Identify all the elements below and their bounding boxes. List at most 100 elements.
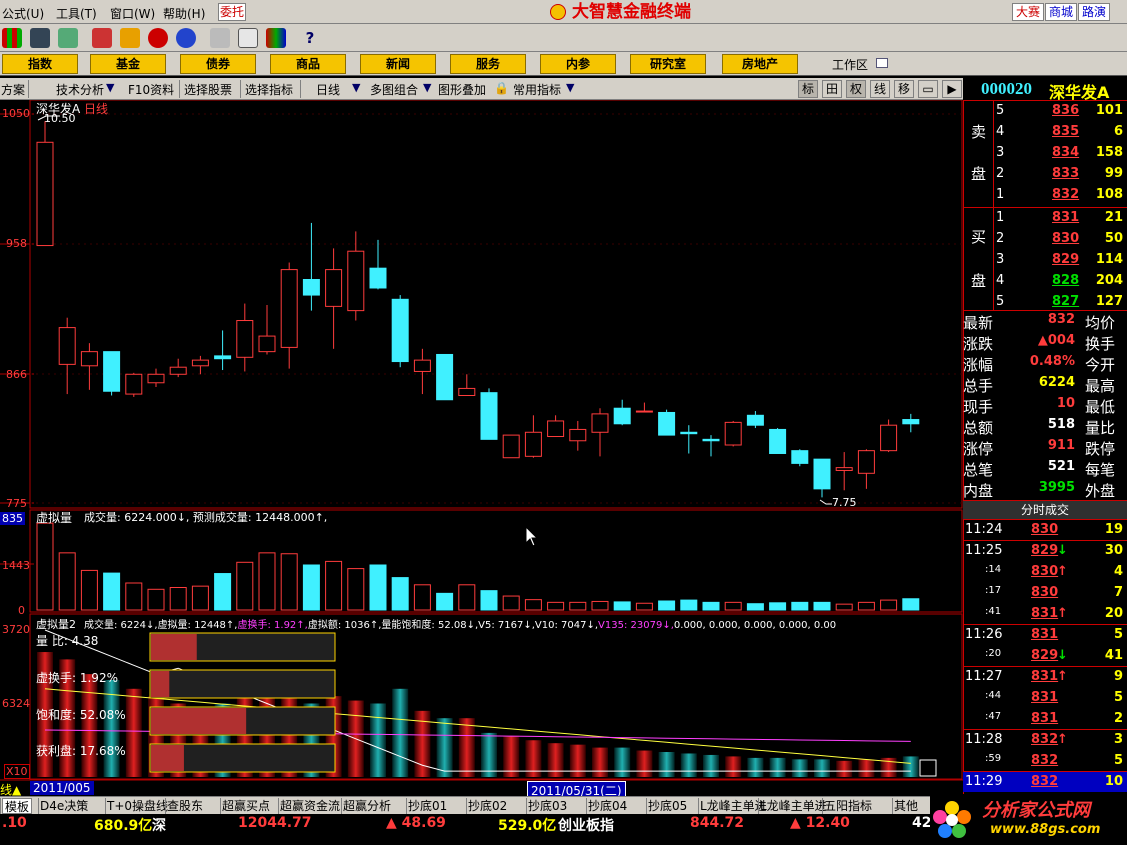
tick-arrow: ↑ [1057,669,1068,684]
price-tick: 775 [6,497,27,510]
cat-news[interactable]: 新闻 [360,54,436,74]
template-tab[interactable]: D4e决策 [40,798,88,814]
menu-overlay[interactable]: 图形叠加 [438,81,486,98]
cat-bond[interactable]: 债券 [180,54,256,74]
help-pointer-icon[interactable]: ? [300,28,320,48]
menu-period-daily[interactable]: 日线 [316,81,340,98]
cat-realestate[interactable]: 房地产 [722,54,798,74]
candle-body [591,413,609,433]
books-icon[interactable] [266,28,286,48]
cat-fund[interactable]: 基金 [90,54,166,74]
menu-scheme[interactable]: 方案 [1,81,25,98]
template-tab[interactable]: 超赢买点 [222,798,270,814]
menu-f10[interactable]: F10资料 [128,81,174,98]
restore-icon[interactable]: ▭ [918,80,938,98]
cat-index[interactable]: 指数 [2,54,78,74]
cat-commodity[interactable]: 商品 [270,54,346,74]
dropdown-icon[interactable]: ▼ [106,81,114,94]
dropdown-icon[interactable]: ▼ [352,81,360,94]
template-tab[interactable]: 抄底05 [648,798,687,814]
low-marker [819,499,832,505]
low-price-label: 7.75 [832,496,857,509]
quote-label: 换手 [1085,335,1116,353]
gauge-fill [151,671,170,697]
candle-body [480,392,498,440]
indicator-bar [592,747,608,777]
weituo-button[interactable]: 委托 [218,3,246,21]
bid-price: 829 [1052,252,1080,267]
template-tab[interactable]: 超赢资金流 [280,798,340,814]
quote-label: 跌停 [1085,440,1116,458]
kline-chart[interactable] [0,100,963,796]
diamond-icon[interactable] [120,28,140,48]
tick-volume: 7 [1113,585,1123,600]
lucky-icon[interactable] [148,28,168,48]
tick-header[interactable]: 分时成交 [963,500,1127,520]
tool-grid-icon[interactable]: 田 [822,80,842,98]
menu-tech-analysis[interactable]: 技术分析 [56,81,104,98]
tick-time: 11:26 [965,627,1003,642]
status-item: 680.9亿 [94,818,153,834]
template-tab[interactable]: 抄底01 [408,798,447,814]
alert-icon[interactable] [92,28,112,48]
tab-luyan[interactable]: 路演 [1078,3,1111,21]
quote-label: 最低 [1085,398,1116,416]
volume-bar [902,598,920,611]
cat-neican[interactable]: 内参 [540,54,616,74]
workzone-label[interactable]: 工作区 [832,56,868,73]
candle-body [103,351,121,392]
template-tab[interactable]: 五阳指标 [824,798,872,814]
template-tab[interactable]: L龙峰主单进 [700,798,767,814]
binoculars-icon[interactable] [30,28,50,48]
alarm-icon[interactable] [58,28,78,48]
tool-mark[interactable]: 标 [798,80,818,98]
template-tab[interactable]: 抄底02 [468,798,507,814]
template-tab[interactable]: 查股东 [167,798,203,814]
volume-bar [680,599,698,611]
lock-icon[interactable]: 🔒 [494,81,509,95]
template-tab[interactable]: L龙峰主单进 [760,798,827,814]
divider [466,798,467,814]
cat-research[interactable]: 研究室 [630,54,706,74]
template-tab[interactable]: T+0操盘线 [107,798,168,814]
template-tab[interactable]: 超赢分析 [343,798,391,814]
template-tab[interactable]: 抄底03 [528,798,567,814]
tab-shangcheng[interactable]: 商城 [1045,3,1078,21]
indicator-bar [436,718,453,777]
template-tab[interactable]: 模板 [2,798,33,814]
volume-bar [125,582,143,611]
divider [963,540,1127,541]
volume-bar [280,553,298,611]
menu-tools[interactable]: 工具(T) [56,5,97,22]
menu-window[interactable]: 窗口(W) [110,5,155,22]
menu-common-indicator[interactable]: 常用指标 [513,81,561,98]
kline-icon[interactable] [2,28,22,48]
indicator-bar [392,688,409,777]
play-icon[interactable]: ▶ [942,80,962,98]
print-icon[interactable] [210,28,230,48]
ask-level: 5 [996,103,1005,118]
dropdown-icon[interactable]: ▼ [566,81,574,94]
menu-help[interactable]: 帮助(H) [163,5,205,22]
menu-formula[interactable]: 公式(U) [2,5,44,22]
tool-move[interactable]: 移 [894,80,914,98]
tick-volume: 19 [1104,522,1123,537]
price-panel-frame [29,100,963,509]
globe-icon[interactable] [176,28,196,48]
quote-stats: 最新 832 均价 涨跌 ▲004 换手 涨幅 0.48% 今开 总手 6224 最高 现手 10 最低 总额… [963,311,1127,501]
tool-rights[interactable]: 权 [846,80,866,98]
tab-dasai[interactable]: 大赛 [1012,3,1045,21]
workzone-icon[interactable] [876,58,888,68]
cat-service[interactable]: 服务 [450,54,526,74]
menu-multi-chart[interactable]: 多图组合 [370,81,418,98]
template-tab[interactable]: 其他 [894,798,918,814]
menu-select-indicator[interactable]: 选择指标 [245,81,293,98]
volume-bar [702,601,720,611]
tick-price: 829 [1031,543,1059,558]
template-tab[interactable]: 抄底04 [588,798,627,814]
menu-select-stock[interactable]: 选择股票 [184,81,232,98]
indicator-value: 0.000, 0.000, 0.000, 0.000, 0.00 [673,620,837,630]
dropdown-icon[interactable]: ▼ [423,81,431,94]
window-icon[interactable] [238,28,258,48]
tool-line[interactable]: 线 [870,80,890,98]
